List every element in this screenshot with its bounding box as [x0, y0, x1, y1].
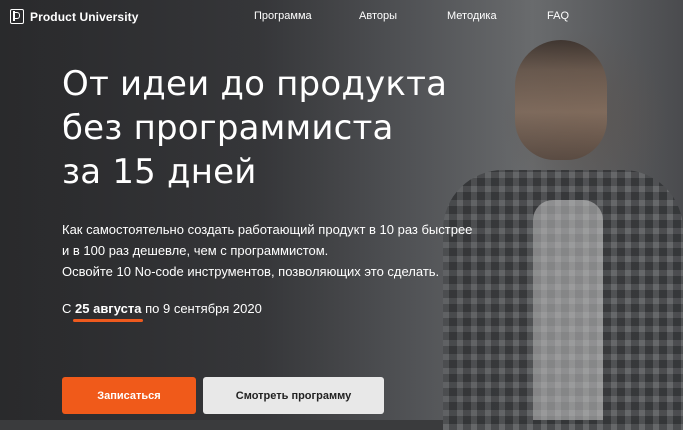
hero-description: Как самостоятельно создать работающий пр…	[62, 219, 472, 282]
hero-title-line: за 15 дней	[62, 152, 257, 192]
hero-description-line: Как самостоятельно создать работающий пр…	[62, 222, 473, 237]
brand-name: Product University	[30, 9, 139, 24]
nav-method[interactable]: Методика	[447, 10, 497, 22]
nav-program[interactable]: Программа	[254, 10, 312, 22]
hero-description-line: Освойте 10 No-code инструментов, позволя…	[62, 264, 440, 279]
hero-title-line: От идеи до продукта	[62, 64, 448, 104]
hero-description-line: и в 100 раз дешевле, чем с программистом…	[62, 243, 329, 258]
brand-logo[interactable]: Product University	[10, 9, 139, 24]
nav-authors[interactable]: Авторы	[359, 10, 397, 22]
dates-start: 25 августа	[75, 301, 142, 316]
hero-title-line: без программиста	[62, 108, 394, 148]
pu-logo-icon	[10, 9, 24, 24]
view-program-button[interactable]: Смотреть программу	[203, 377, 384, 414]
nav-faq[interactable]: FAQ	[547, 10, 569, 22]
dates-suffix: по 9 сентября 2020	[145, 301, 262, 316]
dates-prefix: С	[62, 301, 72, 316]
signup-button[interactable]: Записаться	[62, 377, 196, 414]
course-dates: С 25 августа по 9 сентября 2020	[62, 301, 262, 316]
site-header: Product University Программа Авторы Мето…	[0, 0, 683, 34]
hero-title: От идеи до продукта без программиста за …	[62, 62, 447, 194]
